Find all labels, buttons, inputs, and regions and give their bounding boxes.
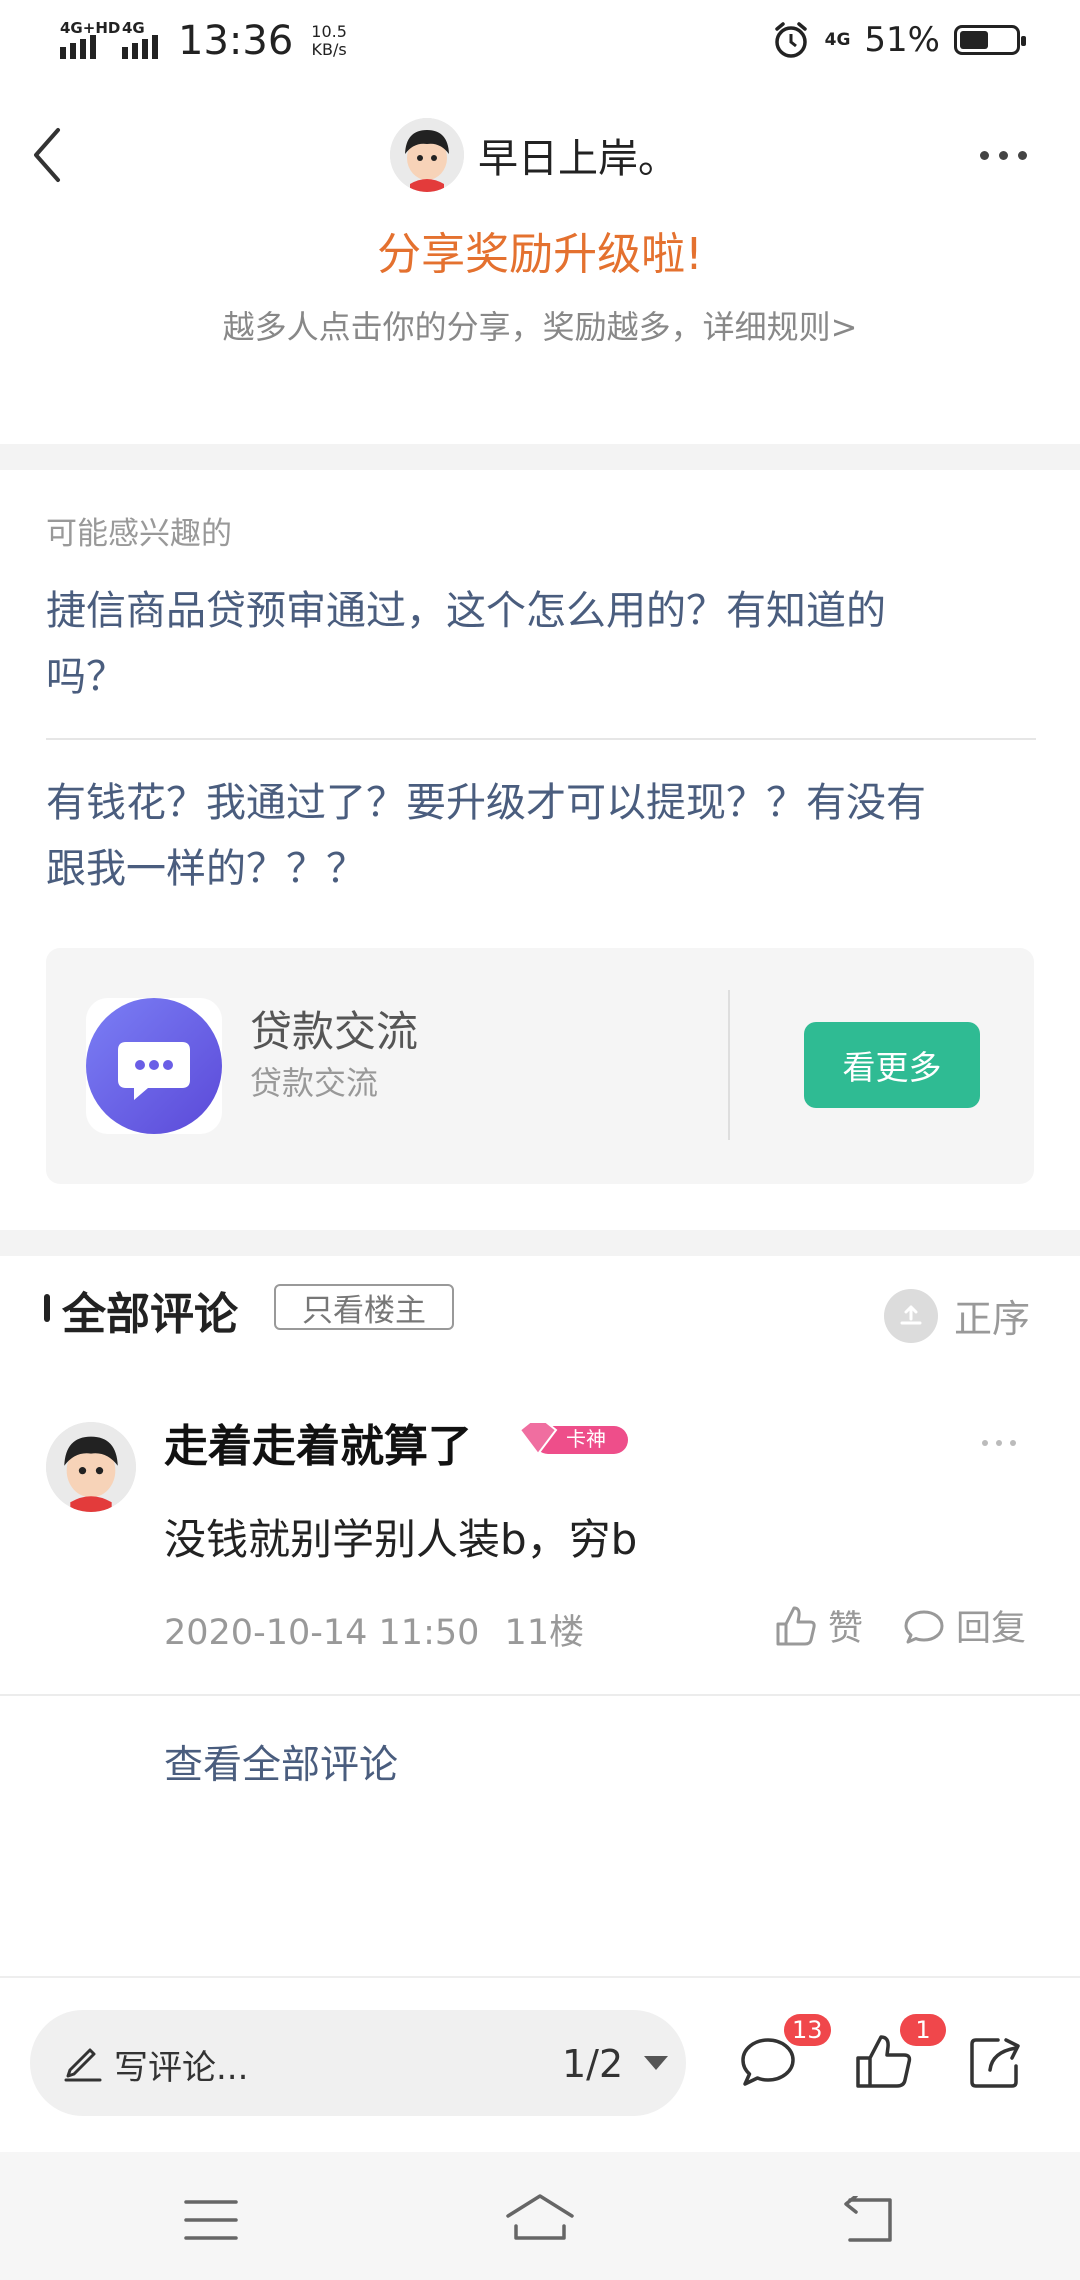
more-options-button[interactable]: [980, 140, 1040, 170]
section-divider: [0, 444, 1080, 470]
battery-fill: [960, 31, 988, 49]
network-type-label: 4G: [122, 19, 145, 37]
comment-reply-button[interactable]: 回复: [902, 1600, 1026, 1651]
interest-item-line: 跟我一样的？？？: [46, 846, 366, 892]
see-more-button[interactable]: 看更多: [804, 1022, 980, 1108]
post-author[interactable]: 早日上岸。: [390, 118, 678, 192]
interest-heading: 可能感兴趣的: [46, 516, 232, 552]
reply-label: 回复: [956, 1609, 1027, 1649]
only-host-filter-button[interactable]: 只看楼主: [274, 1284, 454, 1330]
clock: 13:36: [178, 18, 294, 64]
interest-item-line: 有钱花？我通过了？要升级才可以提现？？有没有: [46, 780, 926, 826]
divider: [46, 738, 1036, 740]
sort-order-label: 正序: [954, 1297, 1031, 1341]
comment-floor: 11楼: [504, 1613, 585, 1653]
net-speed: 10.5 KB/s: [311, 23, 347, 59]
share-reward-rules-link[interactable]: 越多人点击你的分享，奖励越多，详细规则>: [0, 302, 1080, 348]
more-dots-icon: [982, 1440, 988, 1446]
user-level-badge: 卡神: [516, 1418, 630, 1460]
net-speed-value: 10.5: [311, 22, 347, 41]
forum-logo[interactable]: [86, 998, 222, 1134]
all-comments-title: 全部评论: [62, 1289, 238, 1340]
status-bar: 4G+HD 4G 13:36 10.5 KB/s 4G 51%: [0, 0, 1080, 84]
alarm-icon: [774, 22, 807, 58]
menu-icon[interactable]: [184, 2198, 238, 2242]
chat-bubble-icon: [904, 1610, 944, 1643]
like-count-badge: 1: [900, 2014, 946, 2046]
divider: [0, 1694, 1080, 1696]
share-icon: [970, 2038, 1020, 2088]
forum-name[interactable]: 贷款交流: [250, 998, 418, 1059]
share-button[interactable]: [964, 2030, 1028, 2098]
section-divider: [0, 1230, 1080, 1256]
more-dots-icon: [980, 150, 989, 160]
network-type-label: 4G+HD: [60, 19, 121, 37]
interest-item-line: 吗？: [46, 654, 126, 700]
commenter-name[interactable]: 走着走着就算了: [164, 1410, 472, 1474]
back-nav-icon[interactable]: [840, 2196, 896, 2244]
chevron-down-icon[interactable]: [644, 2056, 668, 2070]
author-name[interactable]: 早日上岸。: [478, 126, 678, 184]
comment-more-button[interactable]: [982, 1440, 1016, 1446]
sort-icon: [884, 1288, 938, 1343]
comment-like-button[interactable]: 赞: [774, 1600, 863, 1651]
pen-icon: [62, 2040, 104, 2082]
network-type-label: 4G: [824, 30, 851, 50]
system-navigation-bar: [0, 2152, 1080, 2280]
write-comment-placeholder[interactable]: 写评论...: [114, 2040, 248, 2089]
status-left: 4G+HD 4G 13:36 10.5 KB/s: [60, 18, 347, 64]
battery-percent: 51%: [864, 20, 940, 60]
sort-order-button[interactable]: 正序: [884, 1288, 1030, 1343]
signal-icon-1: 4G+HD: [60, 19, 120, 59]
comment-time: 2020-10-14 11:50: [164, 1613, 480, 1653]
badge-text: 卡神: [566, 1427, 606, 1451]
home-icon[interactable]: [504, 2192, 576, 2242]
interest-item[interactable]: 捷信商品贷预审通过，这个怎么用的？有知道的 吗？: [46, 578, 1036, 710]
author-avatar[interactable]: [390, 118, 464, 192]
divider: [728, 990, 730, 1140]
comment-text: 没钱就别学别人装b，穷b: [164, 1515, 638, 1564]
forum-subtitle: 贷款交流: [250, 1064, 379, 1102]
net-speed-unit: KB/s: [311, 40, 347, 59]
back-arrow-icon: [34, 128, 60, 182]
chat-bubble-icon: [86, 998, 222, 1134]
signal-icon-2: 4G: [122, 19, 158, 59]
page-indicator[interactable]: 1/2: [562, 2042, 623, 2086]
like-label: 赞: [828, 1609, 864, 1649]
section-marker: [44, 1294, 50, 1322]
comment-count-badge: 13: [784, 2014, 831, 2046]
commenter-avatar[interactable]: [46, 1422, 136, 1512]
thumb-up-icon: [776, 1606, 816, 1645]
interest-item-line: 捷信商品贷预审通过，这个怎么用的？有知道的: [46, 588, 886, 634]
comment-meta: 2020-10-14 11:50 11楼: [164, 1604, 584, 1655]
interest-item[interactable]: 有钱花？我通过了？要升级才可以提现？？有没有 跟我一样的？？？: [46, 770, 1036, 902]
battery-icon: [954, 25, 1026, 55]
back-button[interactable]: [20, 120, 80, 190]
view-all-comments-link[interactable]: 查看全部评论: [164, 1734, 398, 1790]
share-reward-title[interactable]: 分享奖励升级啦!: [0, 218, 1080, 282]
status-right: 4G 51%: [771, 20, 1026, 60]
